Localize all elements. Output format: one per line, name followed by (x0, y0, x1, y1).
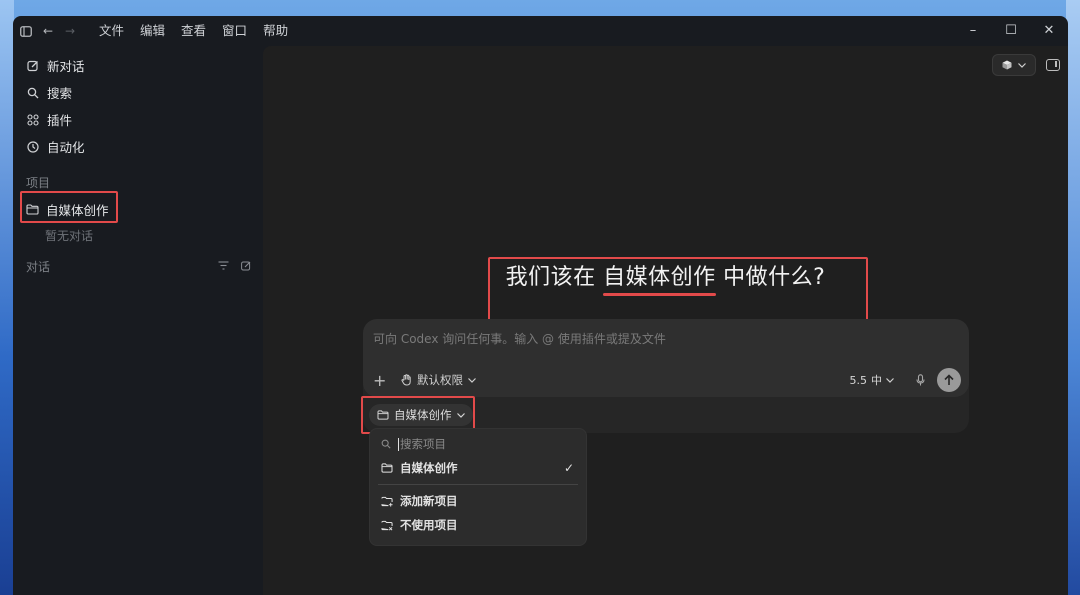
minimize-button[interactable]: – (954, 16, 992, 46)
menu-help[interactable]: 帮助 (255, 16, 296, 46)
sidebar-item-label: 搜索 (47, 86, 73, 101)
project-selector-label: 自媒体创作 (394, 408, 452, 422)
menu-view[interactable]: 查看 (173, 16, 214, 46)
titlebar: ← → 文件 编辑 查看 窗口 帮助 – ☐ ✕ (13, 16, 1068, 46)
sidebar-item-automation[interactable]: 自动化 (13, 133, 263, 160)
composer-toolbar: + 默认权限 5.5 中 (373, 368, 961, 392)
chevron-down-icon (886, 377, 894, 383)
dropdown-item-current-project[interactable]: 自媒体创作 ✓ (370, 456, 586, 480)
sidebar-toggle-icon[interactable] (15, 16, 37, 46)
edit-icon (26, 59, 40, 73)
chevron-down-icon (468, 377, 476, 383)
conversations-header: 对话 (13, 252, 263, 280)
add-attachment-icon[interactable]: + (373, 371, 393, 390)
sidebar-item-plugins[interactable]: 插件 (13, 106, 263, 133)
search-icon (381, 439, 391, 449)
folder-icon (26, 203, 40, 215)
projects-section-label: 项目 (26, 176, 51, 190)
page-headline: 我们该在 自媒体创作 中做什么? (263, 259, 1068, 296)
microphone-icon[interactable] (916, 374, 925, 386)
hand-icon (401, 374, 412, 386)
new-conversation-icon[interactable] (241, 261, 251, 271)
clock-icon (26, 140, 40, 154)
main-panel: 我们该在 自媒体创作 中做什么? 可向 Codex 询问任何事。输入 @ 使用插… (263, 46, 1068, 595)
composer: 可向 Codex 询问任何事。输入 @ 使用插件或提及文件 + 默认权限 5.5… (363, 319, 969, 397)
sidebar-item-label: 自动化 (47, 140, 85, 155)
maximize-button[interactable]: ☐ (992, 16, 1030, 46)
permissions-label: 默认权限 (417, 373, 463, 387)
permissions-selector[interactable]: 默认权限 (401, 372, 476, 388)
conversations-tools (218, 261, 251, 271)
environment-selector[interactable] (992, 54, 1036, 76)
dropdown-item-no-project[interactable]: 不使用项目 (370, 513, 586, 537)
headline-suffix: 中做什么? (723, 265, 826, 290)
chevron-down-icon (1018, 62, 1026, 68)
dropdown-item-label: 不使用项目 (400, 518, 458, 532)
top-right-tools (992, 54, 1060, 76)
prompt-input[interactable]: 可向 Codex 询问任何事。输入 @ 使用插件或提及文件 (373, 330, 666, 347)
filter-icon[interactable] (218, 261, 229, 271)
project-dropdown-menu: 搜索项目 自媒体创作 ✓ 添加新项目 不使用项目 (369, 428, 587, 546)
panel-toggle-icon[interactable] (1046, 59, 1060, 71)
app-window: ← → 文件 编辑 查看 窗口 帮助 – ☐ ✕ 新对话 搜索 插件 自动化 项… (13, 16, 1068, 595)
model-selector[interactable]: 5.5 中 (850, 372, 895, 388)
search-icon (26, 86, 40, 100)
plugins-icon (26, 113, 40, 127)
sidebar-item-project[interactable]: 自媒体创作 (13, 191, 263, 223)
back-arrow-icon[interactable]: ← (37, 16, 59, 46)
menu-window[interactable]: 窗口 (214, 16, 255, 46)
sidebar-item-search[interactable]: 搜索 (13, 79, 263, 106)
folder-remove-icon (381, 520, 393, 531)
headline-project-name: 自媒体创作 (603, 259, 716, 296)
model-version-label: 5.5 (849, 373, 868, 387)
headline-prefix: 我们该在 (505, 265, 596, 290)
menu-file[interactable]: 文件 (91, 16, 132, 46)
send-button[interactable] (937, 368, 961, 392)
text-cursor (398, 437, 399, 451)
chevron-down-icon (456, 412, 465, 418)
folder-add-icon (381, 496, 393, 507)
conversations-section-label: 对话 (26, 259, 51, 274)
empty-conversations-note: 暂无对话 (45, 229, 94, 243)
dropdown-item-label: 自媒体创作 (400, 461, 458, 475)
desktop-wallpaper-left (0, 0, 14, 595)
project-label: 自媒体创作 (46, 202, 109, 218)
close-button[interactable]: ✕ (1030, 16, 1068, 46)
sidebar-item-label: 插件 (47, 113, 73, 128)
window-controls: – ☐ ✕ (954, 16, 1068, 46)
dropdown-item-add-project[interactable]: 添加新项目 (370, 489, 586, 513)
sidebar-item-label: 新对话 (47, 59, 85, 74)
checkmark-icon: ✓ (563, 461, 574, 475)
project-selector-button[interactable]: 自媒体创作 (369, 404, 473, 426)
folder-icon (377, 410, 389, 420)
sidebar-item-new-chat[interactable]: 新对话 (13, 52, 263, 79)
folder-icon (381, 463, 393, 473)
project-search-placeholder: 搜索项目 (400, 437, 446, 451)
dropdown-item-label: 添加新项目 (400, 494, 458, 508)
forward-arrow-icon[interactable]: → (59, 16, 81, 46)
desktop-wallpaper-right (1066, 0, 1080, 595)
menu-bar: 文件 编辑 查看 窗口 帮助 (91, 16, 296, 46)
dropdown-divider (378, 484, 578, 485)
sidebar: 新对话 搜索 插件 自动化 项目 自媒体创作 暂无对话 对话 (13, 46, 263, 595)
cube-icon (1002, 60, 1012, 70)
menu-edit[interactable]: 编辑 (132, 16, 173, 46)
project-search-field[interactable]: 搜索项目 (370, 432, 586, 456)
reasoning-level-label: 中 (871, 374, 882, 387)
